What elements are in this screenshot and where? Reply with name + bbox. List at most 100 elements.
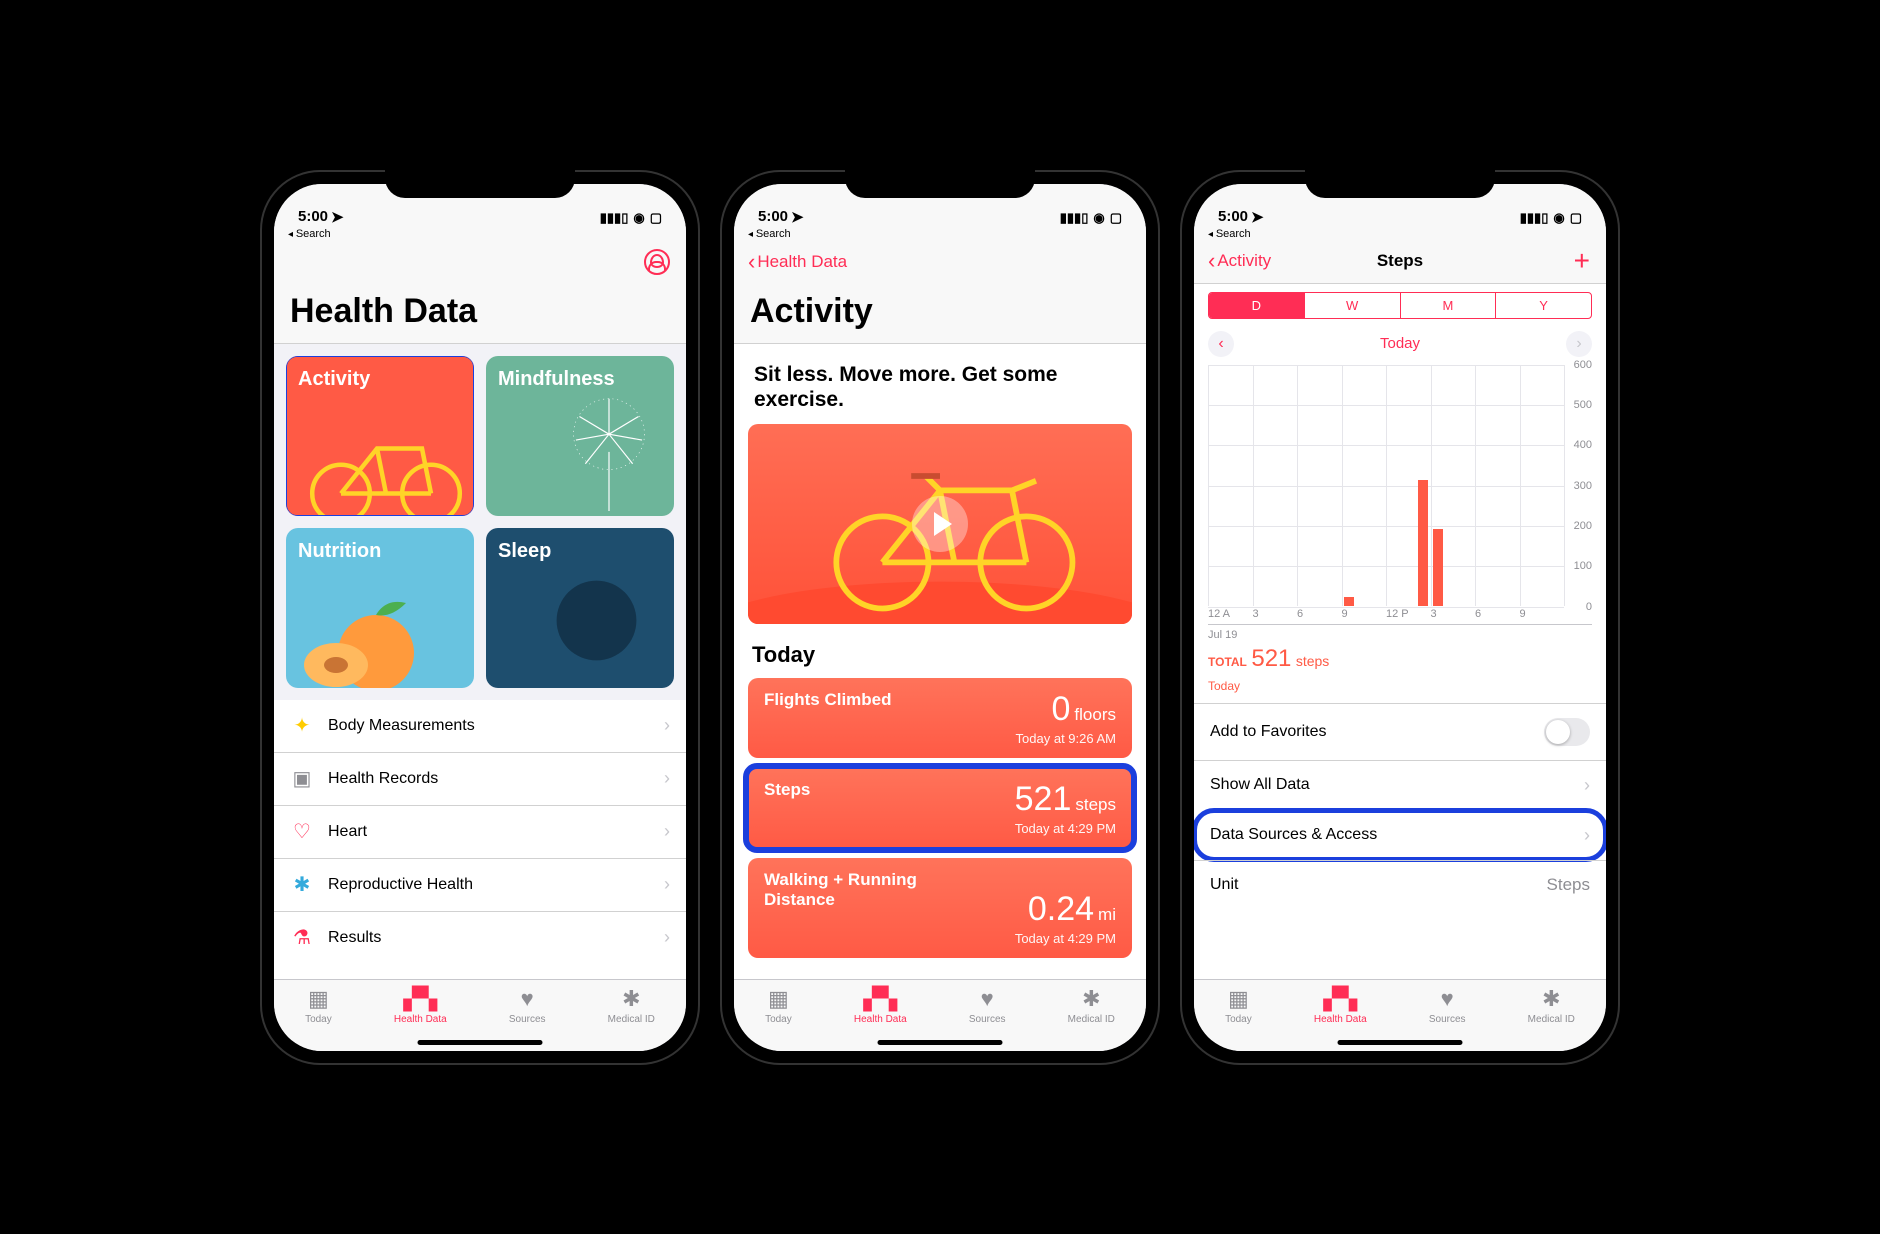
tab-label: Medical ID bbox=[1528, 1014, 1575, 1025]
tab-label: Health Data bbox=[1314, 1014, 1367, 1025]
tab-label: Today bbox=[1225, 1014, 1252, 1025]
row-add-to-favorites[interactable]: Add to Favorites bbox=[1194, 703, 1606, 760]
grid-icon: ▞▚ bbox=[407, 986, 433, 1012]
steps-bar-chart[interactable]: 010020030040050060012 A36912 P369 bbox=[1208, 365, 1592, 625]
tab-today[interactable]: ▦Today bbox=[765, 986, 792, 1051]
row-heart[interactable]: ♡ Heart › bbox=[274, 805, 686, 858]
stat-value: 0.24 bbox=[1028, 890, 1094, 929]
today-section-header: Today bbox=[734, 638, 1146, 678]
signal-icon: ▮▮▮▯ bbox=[1520, 210, 1549, 226]
segment-week[interactable]: W bbox=[1305, 293, 1401, 318]
row-label: Show All Data bbox=[1210, 776, 1310, 794]
breadcrumb-back[interactable]: Search bbox=[734, 228, 1146, 244]
heart-icon: ♡ bbox=[290, 820, 314, 844]
chart-date-sub: Jul 19 bbox=[1194, 625, 1606, 643]
row-results[interactable]: ⚗ Results › bbox=[274, 911, 686, 964]
status-time: 5:00 bbox=[298, 208, 328, 225]
row-unit[interactable]: Unit Steps bbox=[1194, 860, 1606, 909]
tab-label: Medical ID bbox=[608, 1014, 655, 1025]
wifi-icon: ◉ bbox=[1553, 210, 1564, 226]
tab-medical-id[interactable]: ✱Medical ID bbox=[1528, 986, 1575, 1051]
activity-intro-text: Sit less. Move more. Get some exercise. bbox=[734, 344, 1146, 424]
prev-day-button[interactable]: ‹ bbox=[1208, 331, 1234, 357]
page-title: Activity bbox=[734, 284, 1146, 344]
notch bbox=[845, 170, 1035, 198]
activity-video-card[interactable] bbox=[748, 424, 1132, 624]
tab-today[interactable]: ▦ Today bbox=[1225, 986, 1252, 1051]
row-body-measurements[interactable]: ✦ Body Measurements › bbox=[274, 700, 686, 752]
battery-icon: ▢ bbox=[1110, 210, 1122, 226]
chevron-right-icon: › bbox=[664, 927, 670, 948]
chevron-left-icon: ‹ bbox=[1208, 250, 1215, 272]
calendar-icon: ▦ bbox=[305, 986, 331, 1012]
tile-label: Sleep bbox=[498, 540, 551, 562]
battery-icon: ▢ bbox=[650, 210, 662, 226]
tab-medical-id[interactable]: ✱Medical ID bbox=[1068, 986, 1115, 1051]
stat-unit: steps bbox=[1075, 795, 1116, 815]
breadcrumb-back[interactable]: Search bbox=[274, 228, 686, 244]
screen-activity: 5:00➤ ▮▮▮▯◉▢ Search ‹Health Data Activit… bbox=[734, 184, 1146, 1051]
stat-value: 0 bbox=[1052, 690, 1071, 729]
location-icon: ➤ bbox=[331, 208, 344, 226]
tab-label: Today bbox=[765, 1014, 792, 1025]
steps-detail-list: Add to Favorites Show All Data › Data So… bbox=[1194, 703, 1606, 909]
location-icon: ➤ bbox=[1251, 208, 1264, 226]
stat-card-steps[interactable]: Steps 521steps Today at 4:29 PM bbox=[748, 768, 1132, 848]
breadcrumb-back[interactable]: Search bbox=[1194, 228, 1606, 244]
segment-day[interactable]: D bbox=[1209, 293, 1305, 318]
calendar-icon: ▦ bbox=[1225, 986, 1251, 1012]
back-button[interactable]: ‹Health Data bbox=[748, 251, 847, 273]
tab-label: Sources bbox=[1429, 1014, 1466, 1025]
chevron-right-icon: › bbox=[664, 768, 670, 789]
row-label: Results bbox=[328, 929, 381, 947]
row-label: Add to Favorites bbox=[1210, 723, 1327, 741]
chevron-right-icon: › bbox=[664, 821, 670, 842]
row-show-all-data[interactable]: Show All Data › bbox=[1194, 760, 1606, 810]
favorites-toggle[interactable] bbox=[1544, 718, 1590, 746]
home-indicator[interactable] bbox=[418, 1040, 543, 1045]
stat-card-walking-running-distance[interactable]: Walking + Running Distance 0.24mi Today … bbox=[748, 858, 1132, 958]
date-label: Today bbox=[1380, 335, 1420, 352]
segment-month[interactable]: M bbox=[1401, 293, 1497, 318]
profile-icon[interactable] bbox=[644, 249, 670, 275]
stat-unit: mi bbox=[1098, 905, 1116, 925]
snowflake-icon: ✱ bbox=[290, 873, 314, 897]
tab-medical-id[interactable]: ✱Medical ID bbox=[608, 986, 655, 1051]
row-label: Heart bbox=[328, 823, 367, 841]
chart-bar bbox=[1344, 597, 1354, 605]
phone-frame-3: 5:00➤ ▮▮▮▯◉▢ Search ‹Activity Steps + D … bbox=[1180, 170, 1620, 1065]
dandelion-icon bbox=[549, 381, 669, 511]
chevron-right-icon: › bbox=[664, 715, 670, 736]
total-line: TOTAL 521 steps bbox=[1194, 643, 1606, 679]
category-tile-grid: Activity Mindfulness bbox=[274, 344, 686, 700]
row-health-records[interactable]: ▣ Health Records › bbox=[274, 752, 686, 805]
tile-sleep[interactable]: Sleep bbox=[486, 528, 674, 688]
tab-today[interactable]: ▦Today bbox=[305, 986, 332, 1051]
battery-icon: ▢ bbox=[1570, 210, 1582, 226]
home-indicator[interactable] bbox=[1338, 1040, 1463, 1045]
chevron-right-icon: › bbox=[1584, 825, 1590, 846]
chevron-right-icon: › bbox=[1584, 775, 1590, 796]
tile-nutrition[interactable]: Nutrition bbox=[286, 528, 474, 688]
heart-down-icon: ♥ bbox=[514, 986, 540, 1012]
clipboard-icon: ▣ bbox=[290, 767, 314, 791]
stat-card-flights-climbed[interactable]: Flights Climbed 0floors Today at 9:26 AM bbox=[748, 678, 1132, 758]
add-button[interactable]: + bbox=[1574, 247, 1590, 275]
row-data-sources-access[interactable]: Data Sources & Access › bbox=[1194, 810, 1606, 860]
tab-label: Health Data bbox=[394, 1014, 447, 1025]
tile-mindfulness[interactable]: Mindfulness bbox=[486, 356, 674, 516]
total-unit: steps bbox=[1296, 653, 1329, 669]
home-indicator[interactable] bbox=[878, 1040, 1003, 1045]
row-reproductive-health[interactable]: ✱ Reproductive Health › bbox=[274, 858, 686, 911]
next-day-button[interactable]: › bbox=[1566, 331, 1592, 357]
screen-steps-detail: 5:00➤ ▮▮▮▯◉▢ Search ‹Activity Steps + D … bbox=[1194, 184, 1606, 1051]
bicycle-icon bbox=[296, 416, 474, 516]
back-button[interactable]: ‹Activity bbox=[1208, 250, 1271, 272]
heart-down-icon: ♥ bbox=[1434, 986, 1460, 1012]
segment-year[interactable]: Y bbox=[1496, 293, 1591, 318]
notch bbox=[385, 170, 575, 198]
heart-down-icon: ♥ bbox=[974, 986, 1000, 1012]
back-label: Health Data bbox=[757, 252, 847, 272]
tile-activity[interactable]: Activity bbox=[286, 356, 474, 516]
signal-icon: ▮▮▮▯ bbox=[1060, 210, 1089, 226]
